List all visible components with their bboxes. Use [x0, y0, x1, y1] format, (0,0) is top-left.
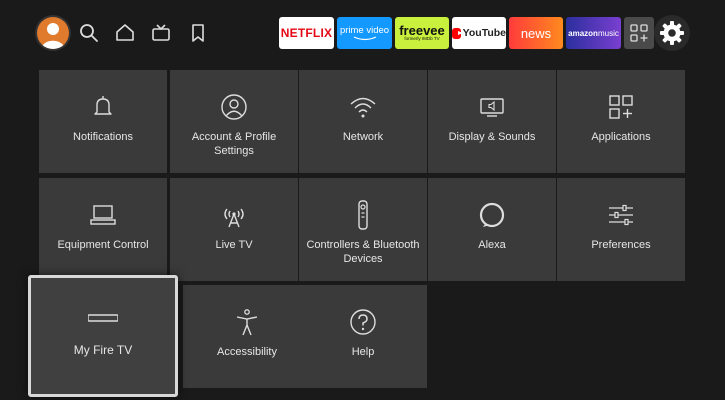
tile-label: Live TV: [215, 239, 253, 251]
help-icon: [348, 307, 378, 337]
tile-account-profile-settings[interactable]: Account & Profile Settings: [170, 70, 298, 173]
freevee-subtitle: formerly IMDb TV: [404, 36, 440, 41]
equipment-icon: [88, 200, 118, 230]
freevee-logo-text: freevee: [399, 23, 445, 38]
display-sound-icon: [477, 92, 507, 122]
tile-label: Network: [342, 131, 384, 143]
tile-applications[interactable]: Applications: [557, 70, 685, 173]
all-apps-button[interactable]: [624, 17, 654, 49]
netflix-app-tile[interactable]: NETFLIX: [279, 17, 334, 49]
home-button[interactable]: [113, 21, 137, 45]
fire-tv-device-icon: [88, 303, 118, 333]
gear-icon: [660, 21, 684, 45]
freevee-app-tile[interactable]: freevee formerly IMDb TV: [395, 17, 449, 49]
tile-my-fire-tv[interactable]: My Fire TV: [28, 275, 178, 397]
amazon-music-logo-b: music: [597, 28, 619, 38]
tile-preferences[interactable]: Preferences: [557, 178, 685, 281]
tile-label: Display & Sounds: [448, 131, 536, 143]
tile-accessibility[interactable]: Accessibility: [183, 285, 311, 388]
sliders-icon: [606, 200, 636, 230]
apps-grid-icon: [630, 24, 648, 42]
tile-label: Equipment Control: [57, 239, 149, 251]
amazon-music-logo-a: amazon: [568, 28, 598, 38]
home-icon: [116, 24, 134, 41]
remote-icon: [348, 200, 378, 230]
tile-label: Help: [351, 346, 375, 358]
account-icon: [219, 92, 249, 122]
tv-icon: [152, 24, 170, 41]
amazon-music-app-tile[interactable]: amazon music: [566, 17, 621, 49]
youtube-app-tile[interactable]: YouTube: [452, 17, 506, 49]
tile-display-sounds[interactable]: Display & Sounds: [428, 70, 556, 173]
tile-notifications[interactable]: Notifications: [39, 70, 167, 173]
news-app-tile[interactable]: news: [509, 17, 563, 49]
search-icon: [80, 24, 98, 42]
live-tv-button[interactable]: [149, 21, 173, 45]
wifi-icon: [348, 92, 378, 122]
prime-smile-icon: [353, 35, 376, 40]
tile-label: My Fire TV: [73, 343, 133, 357]
youtube-logo-text: YouTube: [462, 27, 506, 39]
bookmark-icon: [192, 24, 204, 42]
tile-label: Applications: [591, 131, 651, 143]
tile-controllers-bluetooth[interactable]: Controllers & Bluetooth Devices: [299, 178, 427, 281]
bell-icon: [88, 92, 118, 122]
tile-label: Controllers & Bluetooth Devices: [306, 239, 420, 265]
tile-label: Alexa: [478, 239, 506, 251]
antenna-icon: [219, 200, 249, 230]
tile-label: Account & Profile Settings: [191, 131, 277, 157]
alexa-icon: [477, 200, 507, 230]
tile-help[interactable]: Help: [299, 285, 427, 388]
tile-network[interactable]: Network: [299, 70, 427, 173]
search-button[interactable]: [77, 21, 101, 45]
accessibility-icon: [232, 307, 262, 337]
profile-avatar[interactable]: [37, 17, 69, 49]
tile-alexa[interactable]: Alexa: [428, 178, 556, 281]
tile-label: Notifications: [73, 131, 133, 143]
top-navigation-bar: NETFLIX prime video freevee formerly IMD…: [0, 0, 725, 64]
netflix-logo-text: NETFLIX: [280, 26, 333, 40]
news-logo-text: news: [520, 25, 552, 41]
prime-video-app-tile[interactable]: prime video: [337, 17, 392, 49]
tile-label: Preferences: [591, 239, 651, 251]
tile-label: Accessibility: [217, 346, 277, 358]
settings-button[interactable]: [654, 15, 690, 51]
applications-icon: [606, 92, 636, 122]
watchlist-button[interactable]: [186, 21, 210, 45]
prime-video-logo-text: prime video: [339, 24, 390, 36]
tile-live-tv[interactable]: Live TV: [170, 178, 298, 281]
user-avatar-icon: [41, 23, 65, 49]
tile-equipment-control[interactable]: Equipment Control: [39, 178, 167, 281]
youtube-play-icon: [452, 27, 463, 39]
